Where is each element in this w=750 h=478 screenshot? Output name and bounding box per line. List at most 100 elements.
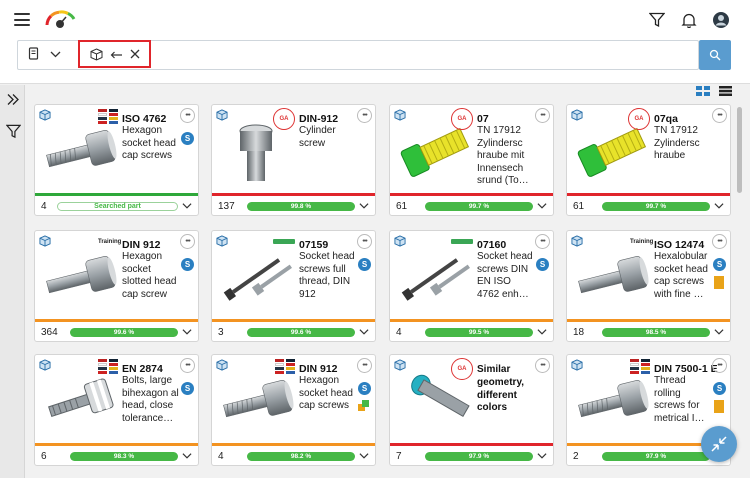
part-thumbnail[interactable]	[396, 123, 474, 183]
card-description: Socket head screws full thread, DIN 912	[299, 251, 355, 300]
card-title: 07159	[299, 239, 329, 251]
result-card[interactable]: 07159 Socket head screws full thread, DI…	[211, 230, 376, 342]
part-thumbnail[interactable]	[218, 373, 296, 433]
compare-button[interactable]	[701, 426, 737, 462]
more-icon[interactable]: •••	[712, 108, 727, 123]
more-icon[interactable]: •••	[712, 358, 727, 373]
more-icon[interactable]: •••	[357, 358, 372, 373]
chevron-down-icon[interactable]	[182, 452, 192, 460]
variant-count: 3	[218, 327, 224, 338]
user-avatar-icon[interactable]	[712, 11, 730, 29]
chevron-down-icon[interactable]	[359, 452, 369, 460]
s-badge-icon: S	[358, 258, 371, 271]
card-description: TN 17912 Zylindersc hraube mit Innensech…	[477, 125, 529, 186]
more-icon[interactable]: •••	[535, 108, 550, 123]
card-description: Similar geometry, different colors	[477, 364, 525, 414]
more-icon[interactable]: •••	[180, 108, 195, 123]
s-badge-icon: S	[181, 382, 194, 395]
chevron-down-icon[interactable]	[714, 202, 724, 210]
card-title: ISO 12474	[654, 239, 705, 251]
results-grid: ISO 4762 Hexagon socket head cap screws …	[34, 104, 734, 478]
more-icon[interactable]: •••	[180, 358, 195, 373]
filter-icon[interactable]	[648, 11, 666, 29]
view-toggle	[696, 86, 732, 96]
variant-count: 7	[396, 451, 402, 462]
catalog-icon	[28, 47, 39, 60]
part-thumbnail[interactable]	[41, 373, 119, 433]
card-title: 07qa	[654, 113, 678, 125]
card-description: Socket head screws DIN EN ISO 4762 enh…	[477, 251, 533, 300]
s-badge-icon: S	[713, 382, 726, 395]
chevron-down-icon[interactable]	[182, 328, 192, 336]
more-icon[interactable]: •••	[535, 234, 550, 249]
card-description: Hexagon socket head cap screws	[299, 375, 353, 411]
cube-icon	[394, 109, 406, 121]
result-card[interactable]: GA Similar geometry, different colors ••…	[389, 354, 554, 466]
variant-count: 364	[41, 327, 58, 338]
filter-icon[interactable]	[5, 123, 21, 139]
more-icon[interactable]: •••	[712, 234, 727, 249]
part-thumbnail[interactable]	[218, 249, 296, 309]
result-card[interactable]: GA 07qa TN 17912 Zylindersc hraube ••• 6…	[566, 104, 731, 216]
s-badge-icon: S	[536, 258, 549, 271]
similarity-bar: 98.2 %	[247, 452, 355, 461]
close-icon[interactable]	[130, 49, 140, 59]
search-button[interactable]	[699, 40, 731, 70]
part-thumbnail[interactable]	[41, 123, 119, 183]
part-thumbnail[interactable]	[573, 123, 651, 183]
scroll-thumb[interactable]	[737, 107, 742, 193]
match-stripe	[212, 193, 375, 196]
list-view-icon[interactable]	[719, 86, 732, 96]
scrollbar[interactable]	[737, 103, 743, 478]
card-description: TN 17912 Zylindersc hraube	[654, 125, 700, 161]
search-icon	[709, 49, 721, 61]
s-badge-icon: S	[181, 132, 194, 145]
chevron-down-icon[interactable]	[537, 202, 547, 210]
grid-view-icon[interactable]	[696, 86, 710, 96]
card-footer: 6 98.3 %	[35, 448, 198, 465]
match-stripe	[35, 319, 198, 322]
result-card[interactable]: 07160 Socket head screws DIN EN ISO 4762…	[389, 230, 554, 342]
part-thumbnail[interactable]	[218, 123, 296, 183]
chevron-down-icon[interactable]	[359, 328, 369, 336]
result-card[interactable]: GA 07 TN 17912 Zylindersc hraube mit Inn…	[389, 104, 554, 216]
result-card[interactable]: GA DIN-912 Cylinder screw ••• 137 99.8 %	[211, 104, 376, 216]
bell-icon[interactable]	[680, 11, 698, 29]
chevron-down-icon[interactable]	[182, 202, 192, 210]
card-footer: 61 99.7 %	[390, 198, 553, 215]
result-card[interactable]: Training DIN 912 Hexagon socket slotted …	[34, 230, 199, 342]
match-stripe	[390, 319, 553, 322]
card-title: EN 2874	[122, 363, 163, 375]
part-thumbnail[interactable]	[573, 249, 651, 309]
more-icon[interactable]: •••	[357, 108, 372, 123]
chevron-down-icon[interactable]	[714, 328, 724, 336]
cube-icon	[39, 359, 51, 371]
cube-icon	[216, 235, 228, 247]
result-card[interactable]: DIN 912 Hexagon socket head cap screws •…	[211, 354, 376, 466]
result-card[interactable]: Training ISO 12474 Hexalobular socket he…	[566, 230, 731, 342]
result-card[interactable]: EN 2874 Bolts, large bihexagon al head, …	[34, 354, 199, 466]
chevron-down-icon[interactable]	[537, 452, 547, 460]
part-thumbnail[interactable]	[573, 373, 651, 433]
more-icon[interactable]: •••	[180, 234, 195, 249]
variant-count: 4	[41, 201, 47, 212]
card-title: DIN 7500-1 E	[654, 363, 718, 375]
arrow-left-icon[interactable]	[110, 50, 123, 59]
more-icon[interactable]: •••	[357, 234, 372, 249]
card-footer: 4 Searched part	[35, 198, 198, 215]
cube-icon	[394, 235, 406, 247]
part-thumbnail[interactable]	[41, 249, 119, 309]
more-icon[interactable]: •••	[535, 358, 550, 373]
part-thumbnail[interactable]	[396, 373, 474, 433]
part-thumbnail[interactable]	[396, 249, 474, 309]
menu-icon[interactable]	[14, 13, 30, 26]
top-bar	[0, 0, 750, 40]
result-card[interactable]: ISO 4762 Hexagon socket head cap screws …	[34, 104, 199, 216]
expand-icon[interactable]	[5, 91, 21, 107]
search-input[interactable]	[17, 40, 699, 70]
cube-icon	[394, 359, 406, 371]
catalog-selector[interactable]	[28, 47, 61, 61]
chevron-down-icon[interactable]	[359, 202, 369, 210]
chevron-down-icon[interactable]	[537, 328, 547, 336]
geometry-search-chip[interactable]	[78, 40, 151, 68]
